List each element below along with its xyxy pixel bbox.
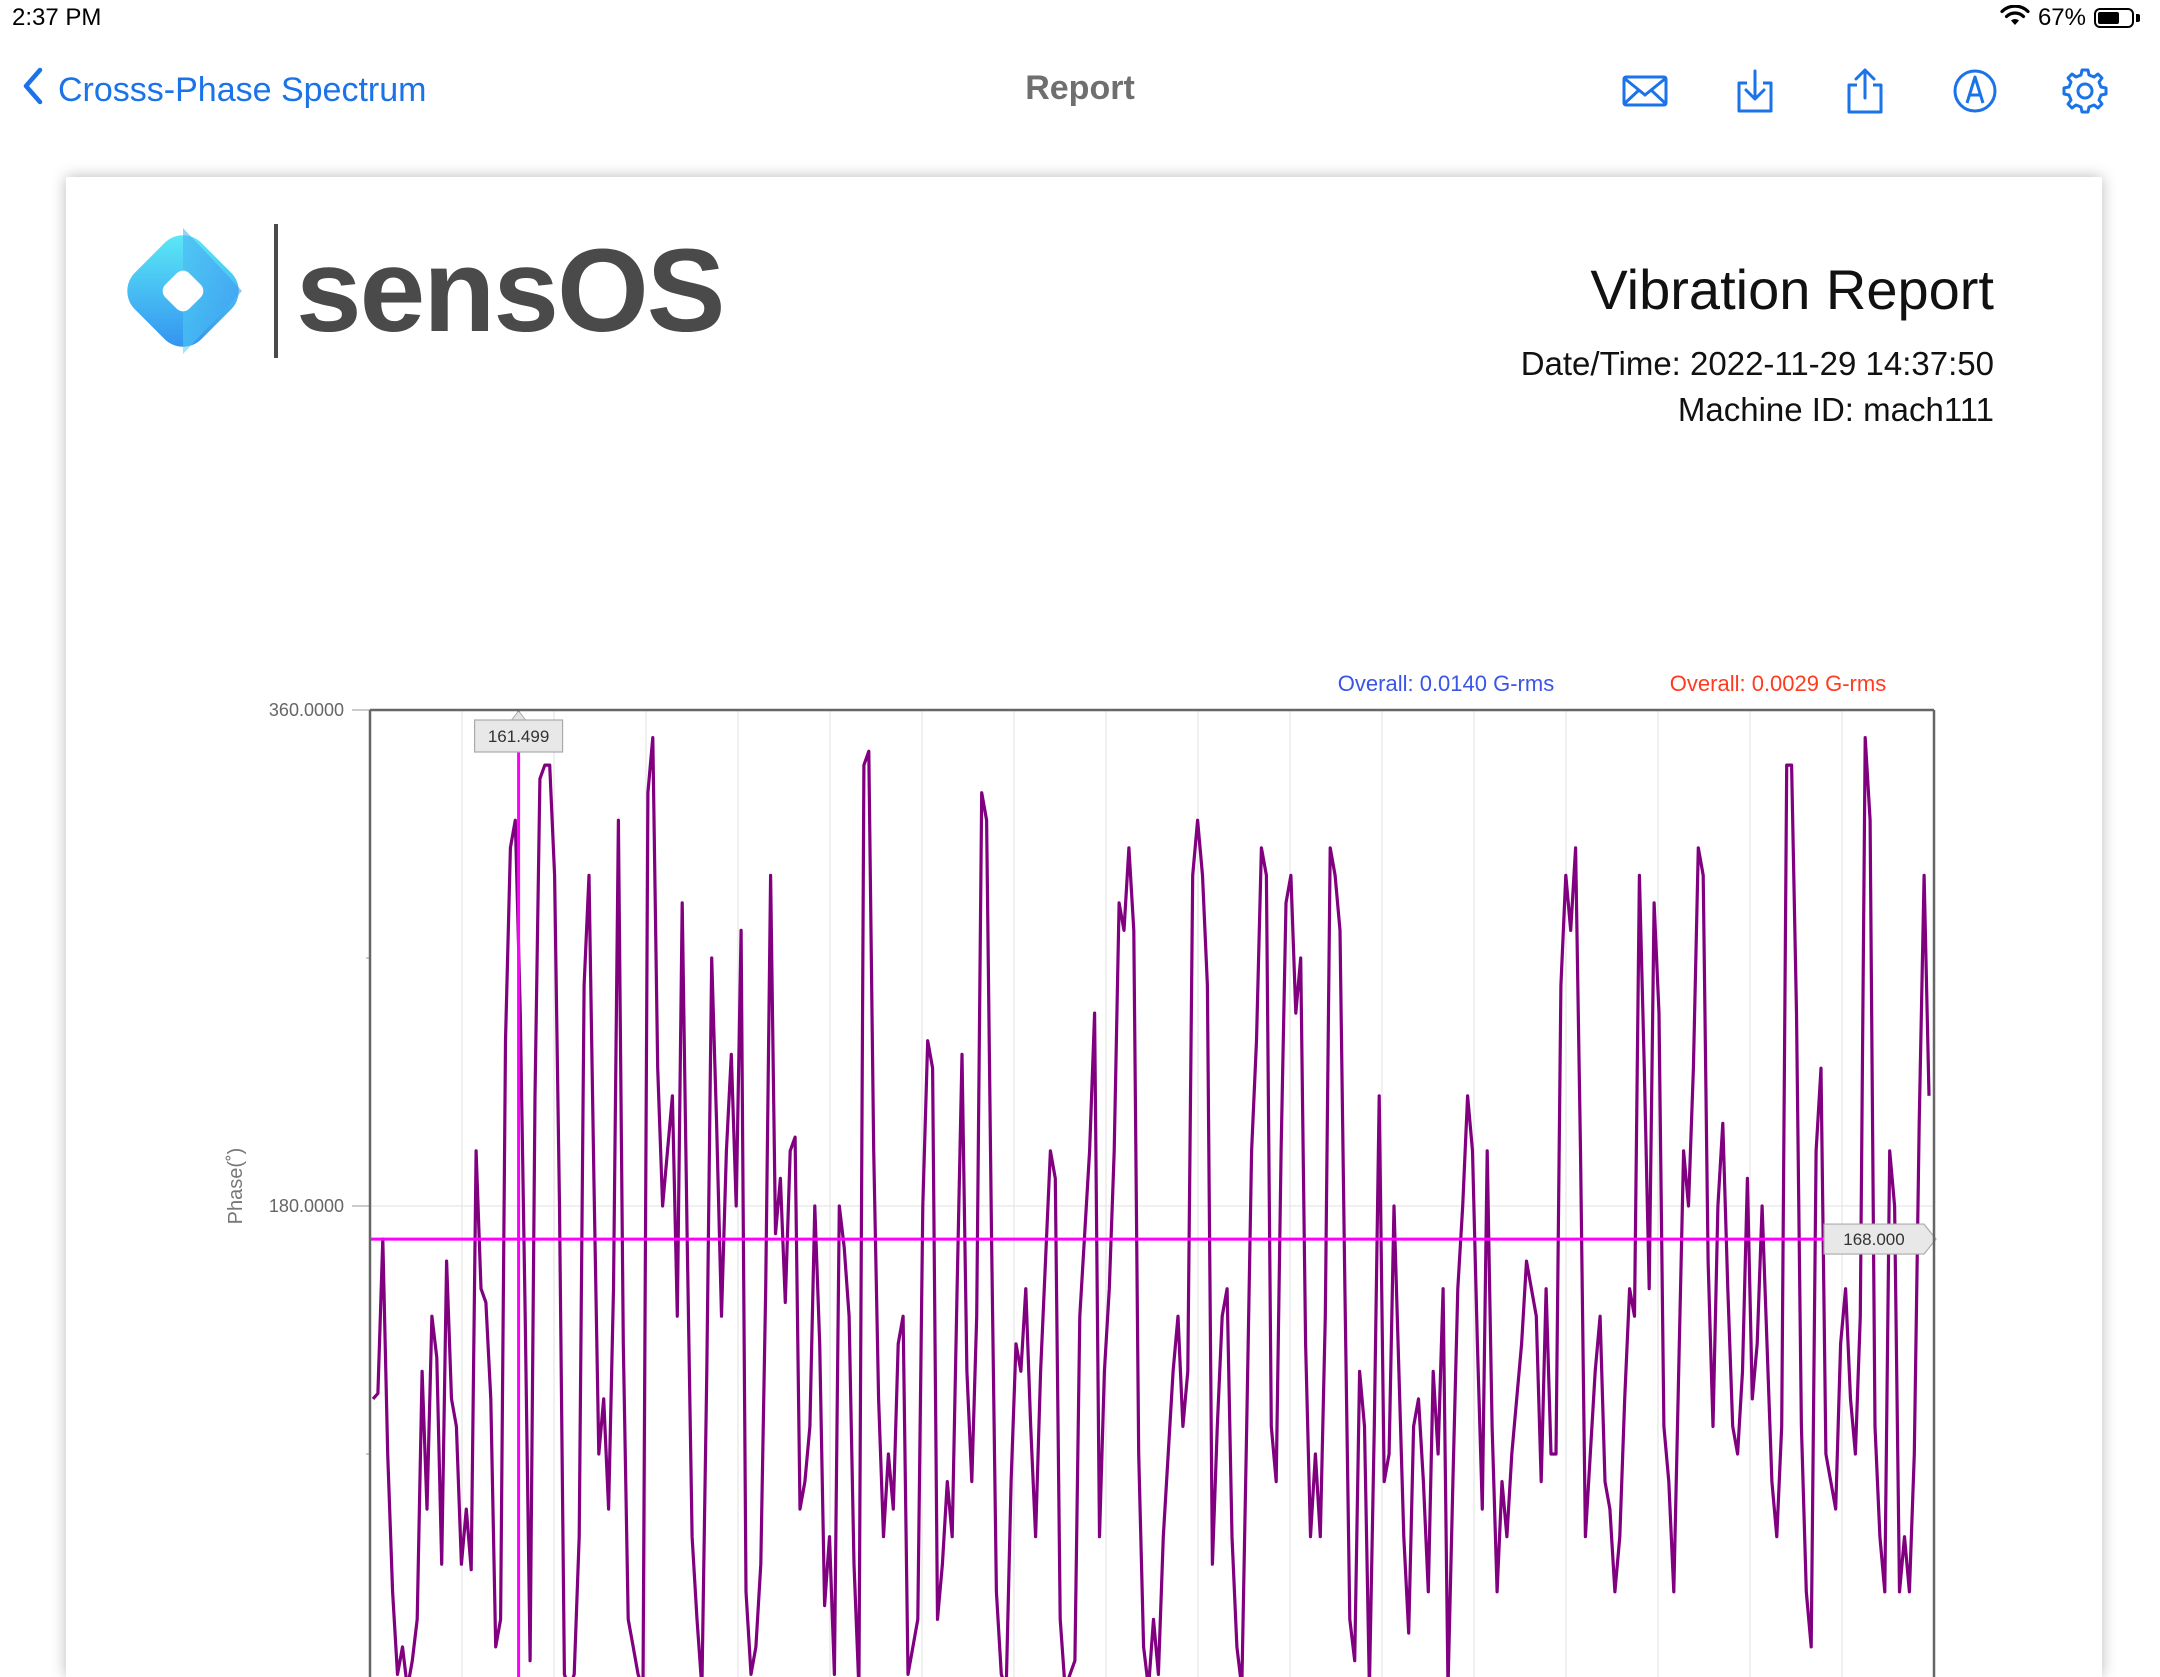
y-axis-label: Phase(˚) (225, 1148, 247, 1225)
wifi-icon (2000, 4, 2030, 32)
report-machine-id: Machine ID: mach111 (1677, 391, 1994, 428)
battery-percent: 67% (2037, 4, 2086, 31)
gear-icon (2062, 68, 2108, 114)
report-title: Vibration Report (1590, 258, 1994, 321)
sensos-logo-icon (127, 228, 242, 354)
y-tick-label: 360.0000 (269, 700, 344, 720)
battery-cap (2136, 14, 2140, 22)
download-button[interactable] (1700, 63, 1810, 119)
share-button[interactable] (1810, 63, 1920, 119)
toolbar-actions (1590, 63, 2140, 119)
share-icon (1847, 68, 1883, 114)
phase-series-line (371, 736, 1931, 1677)
back-button[interactable]: Crosss-Phase Spectrum (22, 67, 426, 114)
y-tick-label: 180.0000 (269, 1196, 344, 1216)
chevron-left-icon (22, 67, 44, 114)
battery-icon (2094, 8, 2134, 28)
logo-text: sensOS (296, 225, 725, 357)
email-button[interactable] (1590, 63, 1700, 119)
cursor-y-label: 168.000 (1843, 1230, 1904, 1249)
phase-chart-svg: 360.0000 180.0000 Phase(˚) Overall: 0.0140 … (225, 671, 1937, 1677)
logo-divider (274, 224, 278, 358)
phase-chart: 360.0000 180.0000 Phase(˚) Overall: 0.0140 … (66, 667, 2102, 1677)
legend-entry: Overall: 0.0029 G-rms (1670, 671, 1886, 696)
status-time: 2:37 PM (12, 4, 102, 31)
status-indicators: 67% (2000, 4, 2140, 32)
back-button-label: Crosss-Phase Spectrum (58, 71, 427, 109)
download-icon (1737, 69, 1773, 113)
cursor-x-label-pointer (510, 710, 527, 721)
battery-level (2098, 12, 2120, 24)
status-bar: 2:37 PM 67% (0, 0, 2160, 40)
report-page: sensOS Vibration Report Date/Time: 2022-… (66, 177, 2102, 1677)
report-datetime: Date/Time: 2022-11-29 14:37:50 (1520, 345, 1994, 382)
settings-button[interactable] (2030, 63, 2140, 119)
company-logo: sensOS (114, 222, 725, 360)
navigation-bar: Crosss-Phase Spectrum Report (0, 45, 2160, 137)
envelope-icon (1622, 75, 1668, 107)
markup-icon (1953, 69, 1997, 113)
cursor-x-label: 161.499 (488, 727, 549, 746)
legend-entry: Overall: 0.0140 G-rms (1338, 671, 1554, 696)
report-meta: Date/Time: 2022-11-29 14:37:50 Machine I… (1521, 341, 1994, 433)
markup-button[interactable] (1920, 63, 2030, 119)
